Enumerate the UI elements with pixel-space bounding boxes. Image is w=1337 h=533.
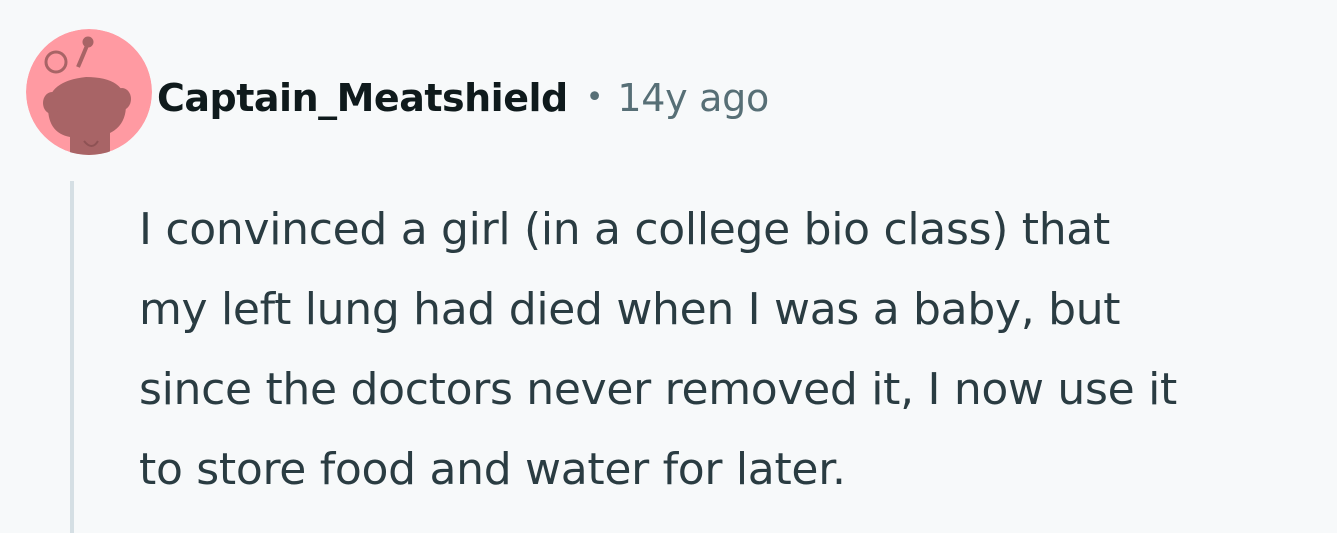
comment-body: I convinced a girl (in a college bio cla…: [139, 190, 1329, 510]
snoo-avatar-icon: [26, 29, 152, 155]
comment: Captain_Meatshield • 14y ago I convinced…: [0, 0, 1337, 533]
comment-body-line: I convinced a girl (in a college bio cla…: [139, 204, 1110, 255]
author-username[interactable]: Captain_Meatshield: [157, 76, 568, 120]
comment-body-line: to store food and water for later.: [139, 444, 846, 495]
user-avatar[interactable]: [26, 29, 152, 155]
comment-body-line: my left lung had died when I was a baby,…: [139, 284, 1121, 335]
comment-timestamp[interactable]: 14y ago: [617, 76, 769, 120]
meta-separator: •: [585, 80, 604, 115]
comment-body-line: since the doctors never removed it, I no…: [139, 364, 1177, 415]
comment-meta: Captain_Meatshield • 14y ago: [157, 70, 769, 126]
thread-collapse-line[interactable]: [70, 181, 74, 533]
